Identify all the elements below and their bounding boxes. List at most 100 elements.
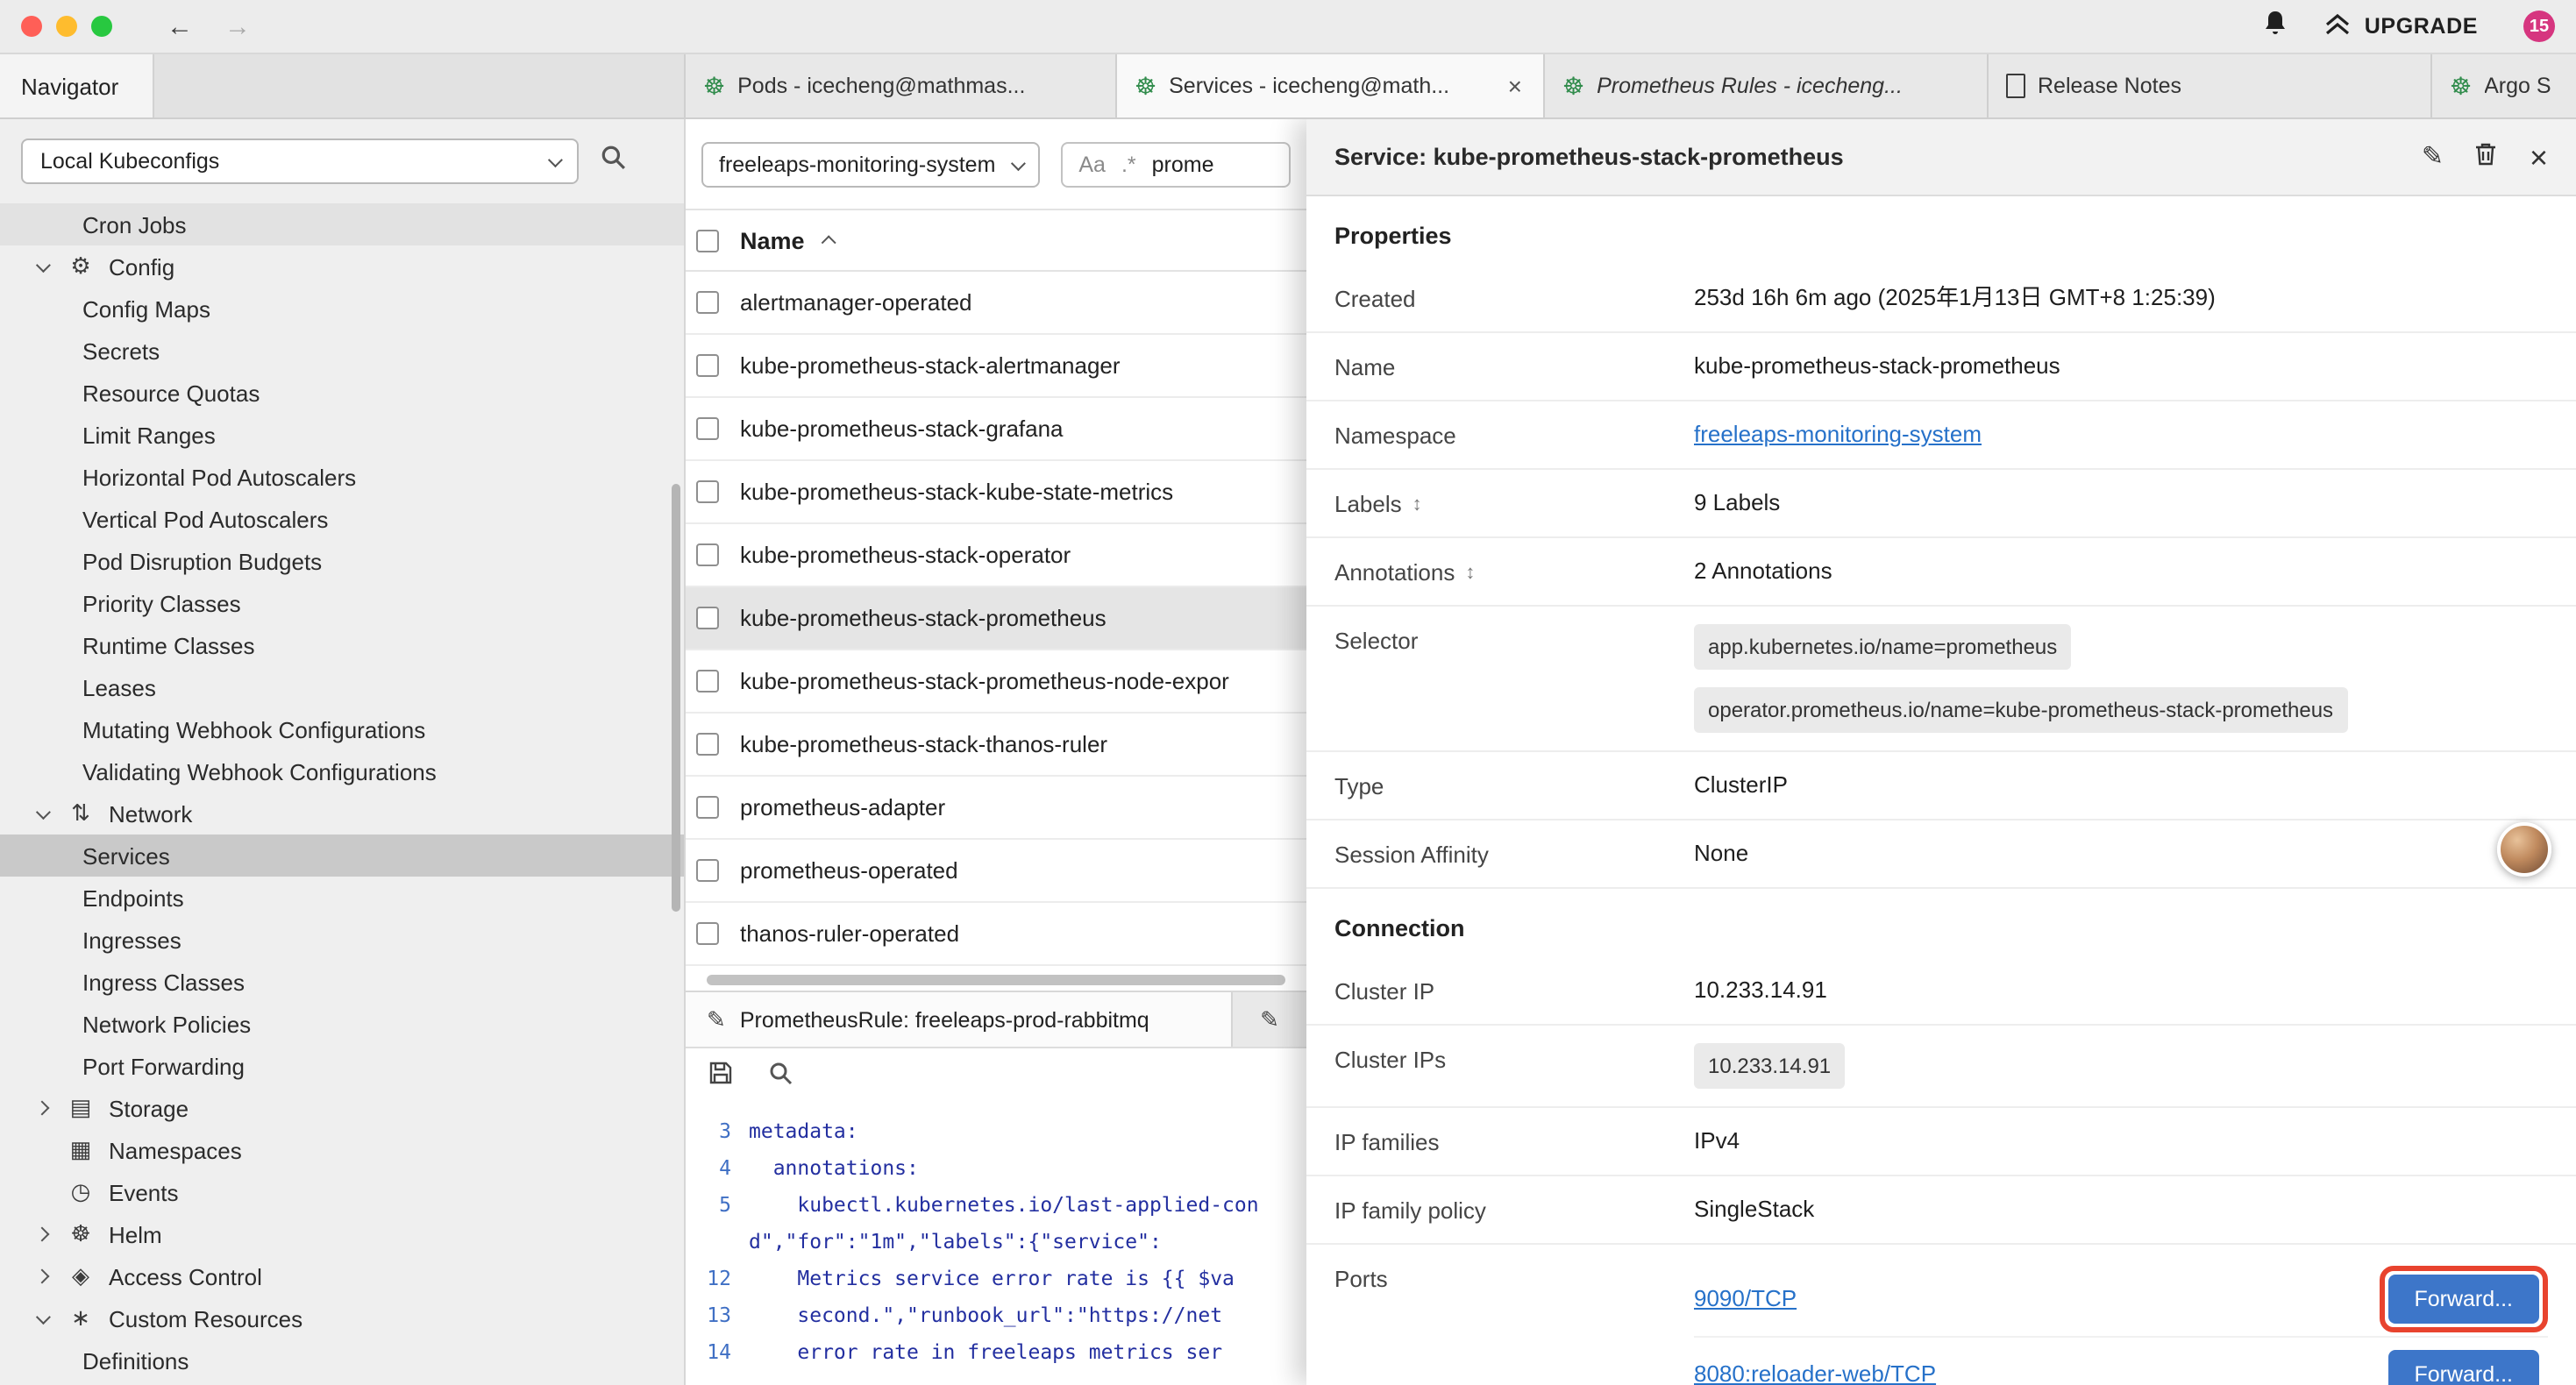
regex-toggle[interactable]: .*	[1121, 152, 1136, 176]
save-icon[interactable]	[708, 1061, 733, 1094]
row-checkbox[interactable]	[696, 417, 719, 440]
forward-icon[interactable]: →	[209, 13, 267, 39]
forward-button[interactable]: Forward...	[2387, 1275, 2539, 1324]
sidebar-item-leases[interactable]: Leases	[0, 666, 684, 708]
chevron-down-icon[interactable]	[36, 1310, 51, 1325]
match-case-toggle[interactable]: Aa	[1078, 152, 1106, 176]
sidebar-item-custom-resources[interactable]: ∗Custom Resources	[0, 1297, 684, 1339]
tab-services-icecheng-math[interactable]: ☸Services - icecheng@math...×	[1117, 54, 1545, 117]
tab-close-icon[interactable]: ×	[1505, 72, 1526, 100]
sidebar-item-secrets[interactable]: Secrets	[0, 330, 684, 372]
row-checkbox[interactable]	[696, 733, 719, 756]
minimize-window-button[interactable]	[56, 16, 77, 37]
sidebar-scrollbar[interactable]	[672, 484, 680, 912]
editor-search-icon[interactable]	[768, 1061, 793, 1094]
avatar[interactable]	[2497, 822, 2551, 877]
edit-pencil-icon[interactable]: ✎	[2422, 144, 2444, 170]
sidebar-item-config-maps[interactable]: Config Maps	[0, 288, 684, 330]
sidebar-item-events[interactable]: ◷Events	[0, 1171, 684, 1213]
row-checkbox[interactable]	[696, 291, 719, 314]
notification-count-badge[interactable]: 15	[2523, 11, 2555, 42]
sidebar-item-horizontal-pod-autoscalers[interactable]: Horizontal Pod Autoscalers	[0, 456, 684, 498]
sidebar-item-network[interactable]: ⇅Network	[0, 792, 684, 835]
chevron-down-icon[interactable]	[36, 805, 51, 820]
port-link[interactable]: 9090/TCP	[1694, 1283, 1797, 1315]
sidebar-item-runtime-classes[interactable]: Runtime Classes	[0, 624, 684, 666]
row-checkbox[interactable]	[696, 480, 719, 503]
forward-button[interactable]: Forward...	[2387, 1349, 2539, 1385]
table-row[interactable]: kube-prometheus-stack-prometheus-node-ex…	[686, 650, 1306, 714]
delete-trash-icon[interactable]	[2475, 142, 2498, 172]
tab-pods-icecheng-mathmas[interactable]: ☸Pods - icecheng@mathmas...	[686, 54, 1117, 117]
table-row[interactable]: kube-prometheus-stack-grafana	[686, 398, 1306, 461]
editor-tab-partial[interactable]: ✎	[1233, 992, 1306, 1047]
sidebar-item-validating-webhook-configurations[interactable]: Validating Webhook Configurations	[0, 750, 684, 792]
config-gear-icon: ⚙	[67, 252, 95, 281]
chevron-right-icon[interactable]	[35, 1269, 50, 1284]
sidebar-item-resource-quotas[interactable]: Resource Quotas	[0, 372, 684, 414]
sidebar-item-config[interactable]: ⚙Config	[0, 245, 684, 288]
table-row[interactable]: kube-prometheus-stack-thanos-ruler	[686, 714, 1306, 777]
editor-tab[interactable]: ✎ PrometheusRule: freeleaps-prod-rabbitm…	[686, 992, 1233, 1047]
sidebar-item-ingresses[interactable]: Ingresses	[0, 919, 684, 961]
name-column-header[interactable]: Name	[740, 227, 805, 253]
navigator-tab[interactable]: Navigator	[0, 54, 154, 117]
bell-icon[interactable]	[2263, 8, 2289, 45]
sidebar-item-network-policies[interactable]: Network Policies	[0, 1003, 684, 1045]
close-window-button[interactable]	[21, 16, 42, 37]
sidebar-search-icon[interactable]	[600, 144, 626, 179]
table-row[interactable]: prometheus-adapter	[686, 777, 1306, 840]
row-checkbox[interactable]	[696, 354, 719, 377]
tab-prometheus-rules-icecheng[interactable]: ☸Prometheus Rules - icecheng...	[1545, 54, 1989, 117]
chevron-down-icon[interactable]	[36, 258, 51, 273]
yaml-editor[interactable]: 3metadata:4 annotations:5 kubectl.kubern…	[686, 1106, 1306, 1371]
horizontal-scrollbar[interactable]	[696, 973, 1306, 987]
sidebar-item-cron-jobs[interactable]: Cron Jobs	[0, 203, 684, 245]
sidebar-item-helm[interactable]: ☸Helm	[0, 1213, 684, 1255]
maximize-window-button[interactable]	[91, 16, 112, 37]
table-row[interactable]: kube-prometheus-stack-kube-state-metrics	[686, 461, 1306, 524]
table-row[interactable]: thanos-ruler-operated	[686, 903, 1306, 966]
chevron-right-icon[interactable]	[35, 1227, 50, 1242]
table-row[interactable]: kube-prometheus-stack-prometheus	[686, 587, 1306, 650]
row-checkbox[interactable]	[696, 922, 719, 945]
select-all-checkbox[interactable]	[696, 229, 719, 252]
back-icon[interactable]: ←	[151, 13, 209, 39]
row-checkbox[interactable]	[696, 607, 719, 629]
scrollbar-thumb[interactable]	[707, 975, 1285, 985]
sidebar-item-storage[interactable]: ▤Storage	[0, 1087, 684, 1129]
row-checkbox[interactable]	[696, 859, 719, 882]
row-checkbox[interactable]	[696, 796, 719, 819]
sidebar-item-namespaces[interactable]: ▦Namespaces	[0, 1129, 684, 1171]
sidebar-item-vertical-pod-autoscalers[interactable]: Vertical Pod Autoscalers	[0, 498, 684, 540]
sort-ascending-icon[interactable]	[821, 235, 836, 250]
namespace-filter-select[interactable]: freeleaps-monitoring-system	[701, 141, 1040, 187]
sidebar-item-mutating-webhook-configurations[interactable]: Mutating Webhook Configurations	[0, 708, 684, 750]
kubeconfig-select[interactable]: Local Kubeconfigs	[21, 138, 579, 184]
row-checkbox[interactable]	[696, 670, 719, 692]
tab-argo-s[interactable]: ☸Argo S	[2432, 54, 2576, 117]
namespace-link[interactable]: freeleaps-monitoring-system	[1694, 421, 1982, 447]
table-row[interactable]: kube-prometheus-stack-operator	[686, 524, 1306, 587]
sidebar-item-port-forwarding[interactable]: Port Forwarding	[0, 1045, 684, 1087]
sort-icon[interactable]: ↕	[1465, 562, 1475, 583]
table-row[interactable]: prometheus-operated	[686, 840, 1306, 903]
sidebar-item-limit-ranges[interactable]: Limit Ranges	[0, 414, 684, 456]
sidebar-item-ingress-classes[interactable]: Ingress Classes	[0, 961, 684, 1003]
table-row[interactable]: alertmanager-operated	[686, 272, 1306, 335]
tab-release-notes[interactable]: Release Notes	[1989, 54, 2432, 117]
sidebar-item-services[interactable]: Services	[0, 835, 684, 877]
sidebar-item-priority-classes[interactable]: Priority Classes	[0, 582, 684, 624]
sidebar-item-endpoints[interactable]: Endpoints	[0, 877, 684, 919]
table-row[interactable]: kube-prometheus-stack-alertmanager	[686, 335, 1306, 398]
search-input[interactable]: Aa .* prome	[1061, 141, 1291, 187]
row-checkbox[interactable]	[696, 543, 719, 566]
port-link[interactable]: 8080:reloader-web/TCP	[1694, 1358, 1936, 1385]
sidebar-item-access-control[interactable]: ◈Access Control	[0, 1255, 684, 1297]
close-icon[interactable]: ×	[2530, 141, 2548, 173]
sort-icon[interactable]: ↕	[1413, 494, 1422, 515]
sidebar-item-definitions[interactable]: Definitions	[0, 1339, 684, 1381]
sidebar-item-pod-disruption-budgets[interactable]: Pod Disruption Budgets	[0, 540, 684, 582]
upgrade-button[interactable]: UPGRADE	[2324, 11, 2478, 41]
chevron-right-icon[interactable]	[35, 1101, 50, 1116]
